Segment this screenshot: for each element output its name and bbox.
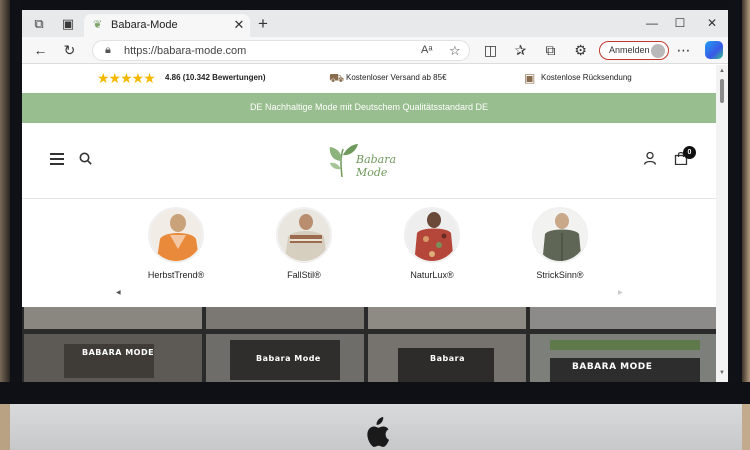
category-image — [532, 207, 588, 263]
refresh-icon[interactable]: ↻ — [61, 42, 78, 59]
more-options-icon[interactable]: ⋯ — [675, 42, 692, 59]
gallery-tile: Babara Mode — [206, 334, 364, 382]
monitor-bezel-top — [0, 0, 750, 10]
rating-stars: ★★★★★ — [97, 70, 156, 86]
category-stricksinn[interactable]: StrickSinn® — [520, 207, 600, 287]
background-desk-left-lower — [0, 404, 10, 450]
background-desk-right — [742, 0, 750, 404]
site-header: Babara Mode 0 — [22, 123, 716, 199]
address-url[interactable]: https://babara-mode.com — [124, 45, 246, 57]
tab-title: Babara-Mode — [111, 19, 178, 31]
background-desk-right-lower — [742, 404, 750, 450]
page-scrollbar[interactable]: ▲ ▼ — [716, 65, 728, 382]
category-fallstil[interactable]: FallStil® — [264, 207, 344, 287]
store-sign: BABARA MODE — [82, 348, 155, 357]
gallery-tile — [368, 307, 526, 329]
lock-icon: 🔒︎ — [105, 44, 111, 56]
monitor-bezel-bottom — [0, 382, 750, 404]
announcement-banner: DE Nachhaltige Mode mit Deutschem Qualit… — [22, 93, 716, 123]
tab-babara-mode[interactable]: ❦ Babara-Mode ✕ — [84, 14, 250, 37]
carousel-prev-icon[interactable]: ◀ — [116, 289, 121, 296]
rating-text: 4.86 (10.342 Bewertungen) — [165, 73, 266, 82]
maximize-icon[interactable]: ☐ — [668, 14, 692, 32]
copilot-icon[interactable] — [705, 41, 723, 59]
logo-text: Babara Mode — [356, 153, 397, 179]
minimize-icon[interactable]: — — [640, 14, 664, 32]
gallery-tile: BABARA MODE — [24, 334, 202, 382]
browser-window: ⧉ ▣ ❦ Babara-Mode ✕ + — ☐ ✕ ← ↻ 🔒︎ https… — [22, 10, 728, 382]
browser-toolbar: ← ↻ 🔒︎ https://babara-mode.com Aᵃ ☆ ◫ ✰ … — [22, 37, 728, 64]
gallery-tile: BABARA MODE — [530, 334, 716, 382]
shipping-text: Kostenloser Versand ab 85€ — [346, 73, 447, 82]
back-arrow-icon[interactable]: ← — [32, 42, 49, 59]
category-label: FallStil® — [287, 270, 321, 280]
workspaces-icon[interactable]: ⧉ — [31, 16, 47, 32]
category-naturlux[interactable]: NaturLux® — [392, 207, 472, 287]
address-bar[interactable]: 🔒︎ https://babara-mode.com Aᵃ ☆ — [92, 40, 470, 61]
gallery-tile — [24, 307, 202, 329]
close-window-icon[interactable]: ✕ — [700, 14, 724, 32]
apple-logo-icon — [367, 417, 389, 447]
leaf-logo-icon — [329, 144, 358, 178]
category-image — [276, 207, 332, 263]
carousel-next-icon[interactable]: ▶ — [618, 289, 623, 296]
search-icon[interactable] — [79, 152, 92, 165]
category-image — [148, 207, 204, 263]
store-sign: Babara — [430, 354, 465, 363]
hamburger-icon[interactable] — [50, 153, 64, 165]
store-sign: BABARA MODE — [572, 362, 653, 372]
cart-count-badge: 0 — [683, 146, 696, 159]
read-aloud-icon[interactable]: Aᵃ — [421, 44, 432, 56]
gallery-tile — [206, 307, 364, 329]
scroll-up-icon[interactable]: ▲ — [719, 68, 725, 74]
leaf-favicon-icon: ❦ — [93, 19, 103, 31]
category-label: HerbstTrend® — [147, 270, 205, 280]
page-viewport: ★★★★★ 4.86 (10.342 Bewertungen) ⛟ Kosten… — [22, 65, 716, 382]
category-label: NaturLux® — [410, 270, 454, 280]
sign-in-button[interactable]: Anmelden — [599, 41, 669, 60]
background-desk-left — [0, 0, 10, 404]
category-label: StrickSinn® — [536, 270, 584, 280]
collections-icon[interactable]: ⧉ — [542, 42, 559, 59]
site-logo[interactable]: Babara Mode — [322, 137, 422, 179]
avatar — [651, 44, 665, 58]
split-screen-icon[interactable]: ◫ — [482, 42, 499, 59]
store-sign: Babara Mode — [256, 354, 321, 363]
favorite-star-icon[interactable]: ☆ — [449, 43, 461, 59]
favorites-icon[interactable]: ✰ — [512, 42, 529, 59]
extensions-icon[interactable]: ⚙ — [572, 42, 589, 59]
store-gallery: BABARA MODE Babara Mode Babara BABARA MO… — [22, 307, 716, 382]
category-image — [404, 207, 460, 263]
user-icon[interactable] — [643, 151, 657, 165]
new-tab-button[interactable]: + — [254, 15, 272, 33]
truck-icon: ⛟ — [329, 71, 345, 85]
gallery-tile: Babara — [368, 334, 526, 382]
category-herbsttrend[interactable]: HerbstTrend® — [136, 207, 216, 287]
scrollbar-thumb[interactable] — [720, 79, 724, 103]
title-bar: ⧉ ▣ ❦ Babara-Mode ✕ + — ☐ ✕ — [22, 10, 728, 37]
category-carousel: HerbstTrend® FallStil® NaturLux® StrickS… — [22, 200, 716, 306]
trust-bar: ★★★★★ 4.86 (10.342 Bewertungen) ⛟ Kosten… — [22, 65, 716, 93]
tab-actions-icon[interactable]: ▣ — [60, 16, 76, 32]
close-tab-icon[interactable]: ✕ — [231, 17, 247, 33]
sign-in-label: Anmelden — [609, 45, 650, 55]
box-icon: ▣ — [524, 71, 536, 85]
returns-text: Kostenlose Rücksendung — [541, 73, 632, 82]
scroll-down-icon[interactable]: ▼ — [719, 370, 725, 376]
banner-text: DE Nachhaltige Mode mit Deutschem Qualit… — [249, 102, 489, 112]
gallery-tile — [530, 307, 716, 329]
